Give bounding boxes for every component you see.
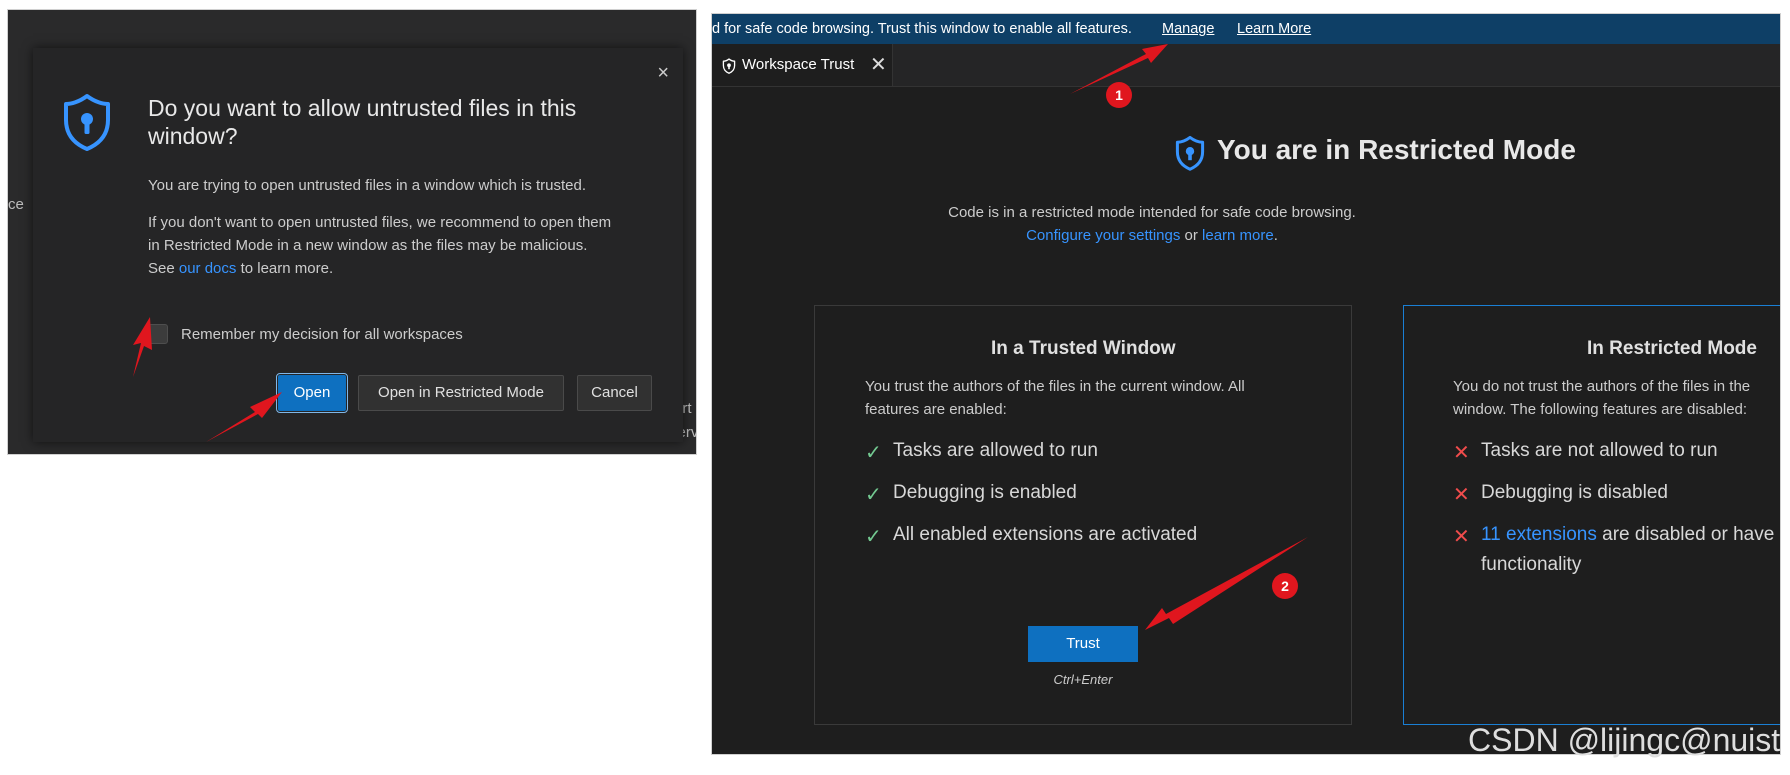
watermark: CSDN @lijingc@nuist — [1468, 722, 1781, 758]
annotation-arrow — [133, 317, 152, 377]
annotation-overlay — [133, 44, 1308, 630]
annotation-badge: 2 — [1272, 573, 1298, 599]
annotation-arrow — [206, 392, 282, 442]
annotation-badge: 1 — [1106, 82, 1132, 108]
